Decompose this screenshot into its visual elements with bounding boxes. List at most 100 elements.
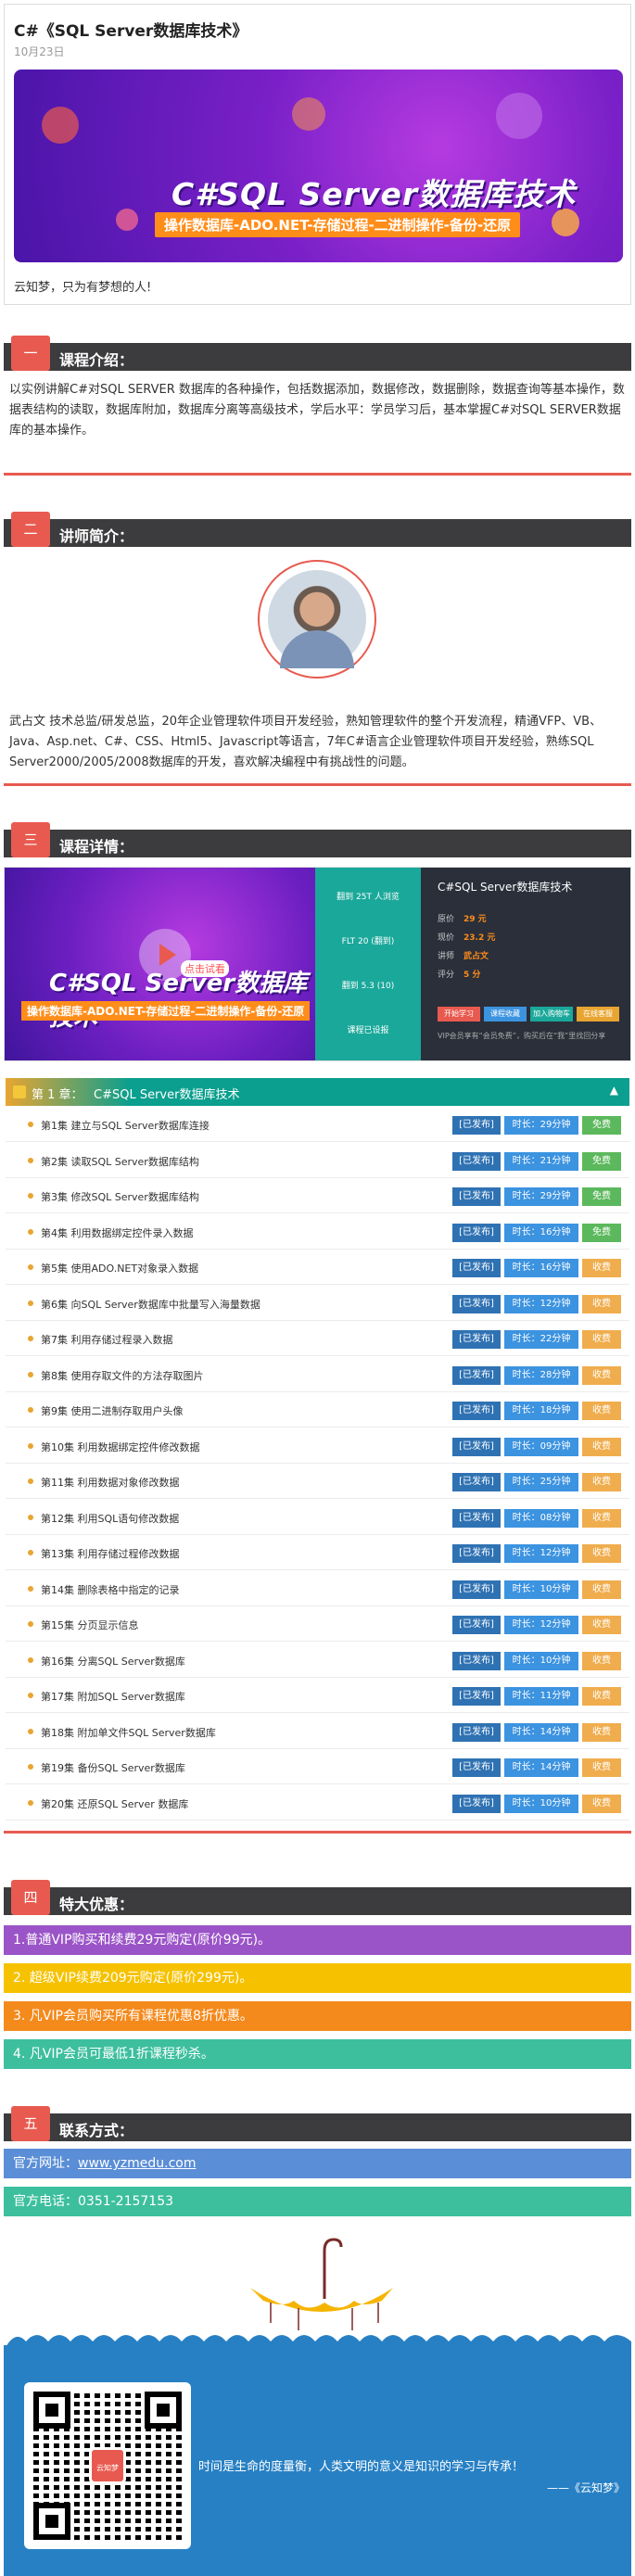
start-learning-button[interactable]: 开始学习 [438,1007,480,1022]
episode-row[interactable]: 第19集 备份SQL Server数据库 [已发布] 时长：14分钟 收费 [6,1750,629,1784]
price-tag-badge[interactable]: 收费 [582,1687,621,1706]
price-tag-badge[interactable]: 收费 [582,1330,621,1349]
episode-row[interactable]: 第5集 使用ADO.NET对象录入数据 [已发布] 时长：16分钟 收费 [6,1250,629,1285]
price-tag-badge[interactable]: 收费 [582,1402,621,1420]
episode-row[interactable]: 第12集 利用SQL语句修改数据 [已发布] 时长：08分钟 收费 [6,1501,629,1535]
episode-title[interactable]: 第15集 分页显示信息 [41,1618,139,1632]
site-link[interactable]: www.yzmedu.com [78,2156,197,2171]
episode-title[interactable]: 第13集 利用存储过程修改数据 [41,1546,180,1561]
duration-badge: 时长：22分钟 [504,1330,578,1349]
section-header-detail: 三 课程详情： [4,822,631,857]
price-tag-badge[interactable]: 收费 [582,1473,621,1491]
bullet-icon [28,1336,33,1341]
episode-row[interactable]: 第1集 建立与SQL Server数据库连接 [已发布] 时长：29分钟 免费 [6,1108,629,1142]
course-detail-card: 点击试看 C#SQL Server数据库技术 操作数据库-ADO.NET-存储过… [4,867,631,1061]
price-tag-badge[interactable]: 收费 [582,1580,621,1599]
section-number-badge: 五 [11,2106,50,2141]
episode-row[interactable]: 第10集 利用数据绑定控件修改数据 [已发布] 时长：09分钟 收费 [6,1429,629,1464]
qr-code[interactable]: 云知梦 [24,2382,191,2549]
chapter-header[interactable]: 第 1 章： C#SQL Server数据库技术 ▲ [6,1078,629,1106]
episode-row[interactable]: 第13集 利用存储过程修改数据 [已发布] 时长：12分钟 收费 [6,1536,629,1570]
duration-badge: 时长：09分钟 [504,1437,578,1456]
episode-title[interactable]: 第20集 还原SQL Server 数据库 [41,1796,188,1811]
price-tag-badge[interactable]: 收费 [582,1758,621,1777]
duration-badge: 时长：14分钟 [504,1758,578,1777]
preview-title: C#SQL Server数据库技术 [49,970,308,1032]
article-title: C#《SQL Server数据库技术》 [14,22,248,41]
episode-row[interactable]: 第15集 分页显示信息 [已发布] 时长：12分钟 收费 [6,1607,629,1642]
offer-bar: 4. 凡VIP会员可最低1折课程秒杀。 [4,2039,631,2069]
qr-logo: 云知梦 [89,2447,126,2484]
price-tag-badge[interactable]: 收费 [582,1508,621,1528]
course-video-preview[interactable]: 点击试看 C#SQL Server数据库技术 操作数据库-ADO.NET-存储过… [5,868,315,1060]
offer-bar: 1.普通VIP购买和续费29元购定(原价99元)。 [4,1925,631,1955]
episode-title[interactable]: 第2集 读取SQL Server数据库结构 [41,1154,199,1169]
course-banner[interactable]: C#SQL Server数据库技术 操作数据库-ADO.NET-存储过程-二进制… [14,70,623,262]
episode-title[interactable]: 第8集 使用存取文件的方法存取图片 [41,1368,204,1383]
episode-title[interactable]: 第5集 使用ADO.NET对象录入数据 [41,1261,198,1275]
episode-title[interactable]: 第12集 利用SQL语句修改数据 [41,1511,179,1526]
episode-title[interactable]: 第18集 附加单文件SQL Server数据库 [41,1725,216,1740]
signature-line: 云知梦，只为有梦想的人! [14,281,152,295]
episode-row[interactable]: 第17集 附加SQL Server数据库 [已发布] 时长：11分钟 收费 [6,1679,629,1713]
online-service-button[interactable]: 在线客服 [577,1007,619,1022]
phone-label: 官方电话： [13,2194,78,2209]
episode-row[interactable]: 第16集 分离SQL Server数据库 [已发布] 时长：10分钟 收费 [6,1643,629,1678]
episode-row[interactable]: 第8集 使用存取文件的方法存取图片 [已发布] 时长：28分钟 收费 [6,1358,629,1392]
add-to-cart-button[interactable]: 加入购物车 [530,1007,573,1022]
episode-title[interactable]: 第4集 利用数据绑定控件录入数据 [41,1225,194,1240]
price-tag-badge[interactable]: 收费 [582,1722,621,1742]
price-tag-badge[interactable]: 收费 [582,1794,621,1813]
status-badge: [已发布] [452,1687,501,1706]
course-intro-text: 以实例讲解C#对SQL SERVER 数据库的各种操作，包括数据添加，数据修改，… [9,383,625,438]
episode-row[interactable]: 第4集 利用数据绑定控件录入数据 [已发布] 时长：16分钟 免费 [6,1215,629,1250]
price-tag-badge[interactable]: 收费 [582,1259,621,1277]
episode-title[interactable]: 第17集 附加SQL Server数据库 [41,1689,185,1704]
episode-title[interactable]: 第19集 备份SQL Server数据库 [41,1760,185,1775]
course-stat: 课程已设报 [347,1026,389,1035]
episode-row[interactable]: 第18集 附加单文件SQL Server数据库 [已发布] 时长：14分钟 收费 [6,1715,629,1749]
course-name: C#SQL Server数据库技术 [438,881,573,894]
episode-row[interactable]: 第2集 读取SQL Server数据库结构 [已发布] 时长：21分钟 免费 [6,1144,629,1178]
episode-title[interactable]: 第1集 建立与SQL Server数据库连接 [41,1118,210,1133]
duration-badge: 时长：10分钟 [504,1580,578,1599]
price-tag-badge[interactable]: 收费 [582,1437,621,1456]
price-tag-badge[interactable]: 收费 [582,1365,621,1385]
episode-title[interactable]: 第3集 修改SQL Server数据库结构 [41,1189,199,1204]
episode-title[interactable]: 第7集 利用存储过程录入数据 [41,1332,173,1347]
price-tag-badge[interactable]: 收费 [582,1294,621,1313]
contact-phone-bar: 官方电话：0351-2157153 [4,2187,631,2216]
episode-title[interactable]: 第14集 删除表格中指定的记录 [41,1582,180,1597]
price-tag-badge[interactable]: 收费 [582,1651,621,1670]
section-divider [4,1831,631,1834]
course-info-row: 原价 29 元 [438,915,487,924]
status-badge: [已发布] [452,1794,501,1813]
episode-title[interactable]: 第16集 分离SQL Server数据库 [41,1654,185,1669]
price-tag-badge[interactable]: 免费 [582,1223,621,1242]
price-tag-badge[interactable]: 收费 [582,1544,621,1563]
price-tag-badge[interactable]: 免费 [582,1187,621,1206]
episode-title[interactable]: 第9集 使用二进制存取用户头像 [41,1403,184,1418]
episode-title[interactable]: 第6集 向SQL Server数据库中批量写入海量数据 [41,1297,260,1312]
price-tag-badge[interactable]: 收费 [582,1616,621,1634]
status-badge: [已发布] [452,1116,501,1135]
episode-row[interactable]: 第11集 利用数据对象修改数据 [已发布] 时长：25分钟 收费 [6,1465,629,1499]
status-badge: [已发布] [452,1437,501,1456]
episode-title[interactable]: 第11集 利用数据对象修改数据 [41,1475,180,1490]
price-tag-badge[interactable]: 免费 [582,1151,621,1171]
episode-title[interactable]: 第10集 利用数据绑定控件修改数据 [41,1440,200,1454]
episode-row[interactable]: 第9集 使用二进制存取用户头像 [已发布] 时长：18分钟 收费 [6,1393,629,1428]
bullet-icon [28,1693,33,1698]
favorite-button[interactable]: 课程收藏 [484,1007,527,1022]
collapse-arrow-icon[interactable]: ▲ [610,1084,618,1097]
episode-row[interactable]: 第20集 还原SQL Server 数据库 [已发布] 时长：10分钟 收费 [6,1786,629,1821]
section-number-badge: 一 [11,336,50,371]
course-stat: FLT 20 (翻到) [341,937,395,946]
episode-row[interactable]: 第7集 利用存储过程录入数据 [已发布] 时长：22分钟 收费 [6,1322,629,1356]
price-tag-badge[interactable]: 免费 [582,1116,621,1135]
phone-number[interactable]: 0351-2157153 [78,2194,173,2209]
episode-row[interactable]: 第3集 修改SQL Server数据库结构 [已发布] 时长：29分钟 免费 [6,1179,629,1213]
footer-quote: 时间是生命的度量衡，人类文明的意义是知识的学习与传承！ [198,2460,525,2474]
episode-row[interactable]: 第14集 删除表格中指定的记录 [已发布] 时长：10分钟 收费 [6,1572,629,1606]
episode-row[interactable]: 第6集 向SQL Server数据库中批量写入海量数据 [已发布] 时长：12分钟收… [6,1287,629,1321]
